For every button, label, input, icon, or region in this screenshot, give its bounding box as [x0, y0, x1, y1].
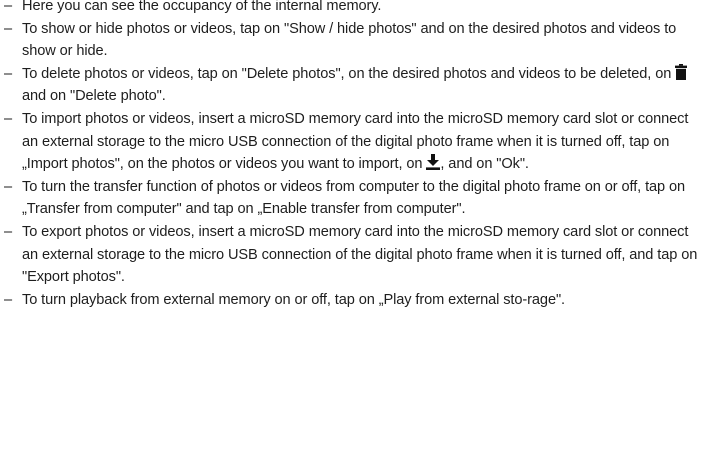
bullet-dash: – — [4, 291, 13, 308]
instruction-list: – Here you can see the occupancy of the … — [0, 0, 708, 311]
download-icon — [426, 154, 441, 171]
item-text-before: To import photos or videos, insert a mic… — [22, 110, 689, 173]
list-item-transfer-from-computer: – To turn the transfer function of photo… — [0, 176, 708, 221]
item-text: To export photos or videos, insert a mic… — [22, 223, 698, 286]
bullet-dash: – — [4, 223, 13, 240]
list-item-memory-occupancy: – Here you can see the occupancy of the … — [0, 0, 708, 18]
bullet-dash: – — [4, 0, 13, 14]
item-text-before: To delete photos or videos, tap on "Dele… — [22, 65, 676, 82]
item-text: Here you can see the occupancy of the in… — [22, 0, 382, 14]
list-item-import-photos: – To import photos or videos, insert a m… — [0, 108, 708, 176]
item-text: To turn playback from external memory on… — [22, 291, 566, 308]
list-item-show-hide-photos: – To show or hide photos or videos, tap … — [0, 18, 708, 63]
bullet-dash: – — [4, 65, 13, 82]
bullet-dash: – — [4, 110, 13, 127]
list-item-delete-photos: – To delete photos or videos, tap on "De… — [0, 63, 708, 108]
item-text-after: , and on "Ok". — [440, 156, 529, 173]
item-text-after: and on "Delete photo". — [22, 88, 166, 105]
bullet-dash: – — [4, 178, 13, 195]
bullet-dash: – — [4, 20, 13, 37]
item-text: To show or hide photos or videos, tap on… — [22, 20, 677, 60]
list-item-play-from-external-storage: – To turn playback from external memory … — [0, 289, 708, 312]
trash-icon — [675, 63, 688, 80]
item-text: To turn the transfer function of photos … — [22, 178, 686, 218]
list-item-export-photos: – To export photos or videos, insert a m… — [0, 221, 708, 289]
